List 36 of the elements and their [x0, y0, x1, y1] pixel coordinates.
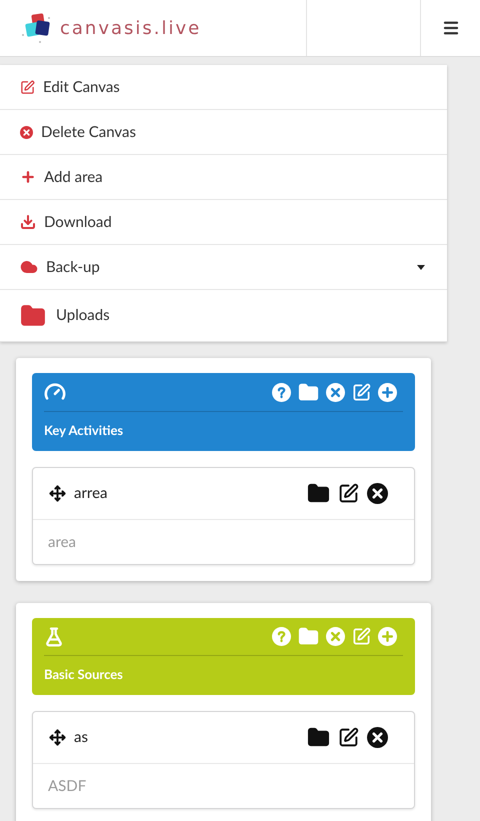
- edit-icon[interactable]: [338, 482, 359, 504]
- move-icon[interactable]: [49, 728, 66, 746]
- menu-item-label: Back-up: [46, 256, 100, 278]
- folder-icon[interactable]: [307, 482, 330, 504]
- menu-item[interactable]: Download: [0, 200, 447, 245]
- help-icon[interactable]: [272, 382, 291, 402]
- card-title: Key Activities: [44, 421, 124, 440]
- menu-item-label: Delete Canvas: [41, 122, 136, 143]
- item-title: as: [74, 726, 88, 748]
- flask-icon: [44, 626, 64, 646]
- card-title: Basic Sources: [44, 665, 124, 684]
- plus-icon: [20, 169, 36, 185]
- menu-item-label: Edit Canvas: [43, 76, 120, 98]
- edit-icon: [20, 80, 35, 94]
- cloud-icon: [20, 258, 38, 276]
- folder-icon: [20, 302, 46, 328]
- menu-icon: [442, 19, 460, 37]
- menu-item-label: Uploads: [56, 305, 110, 326]
- menu-item[interactable]: Back-up: [0, 245, 447, 290]
- menu-item-label: Download: [44, 212, 112, 233]
- menu-item[interactable]: Edit Canvas: [0, 65, 447, 110]
- item-text: area: [47, 532, 77, 552]
- item-text: ASDF: [47, 776, 88, 796]
- logo-text: canvasis.live: [60, 16, 202, 40]
- menu-item[interactable]: Uploads: [0, 290, 447, 342]
- move-icon[interactable]: [49, 484, 66, 502]
- folder-icon[interactable]: [307, 726, 330, 748]
- edit-icon[interactable]: [338, 726, 359, 748]
- close-icon[interactable]: [367, 726, 388, 748]
- menu-item[interactable]: Add area: [0, 155, 447, 200]
- add-icon[interactable]: [378, 382, 397, 402]
- download-icon: [20, 214, 36, 230]
- close-icon[interactable]: [367, 482, 388, 504]
- menu-item-label: Add area: [44, 166, 103, 188]
- menu-item[interactable]: Delete Canvas: [0, 110, 447, 155]
- item-title: arrea: [74, 482, 108, 504]
